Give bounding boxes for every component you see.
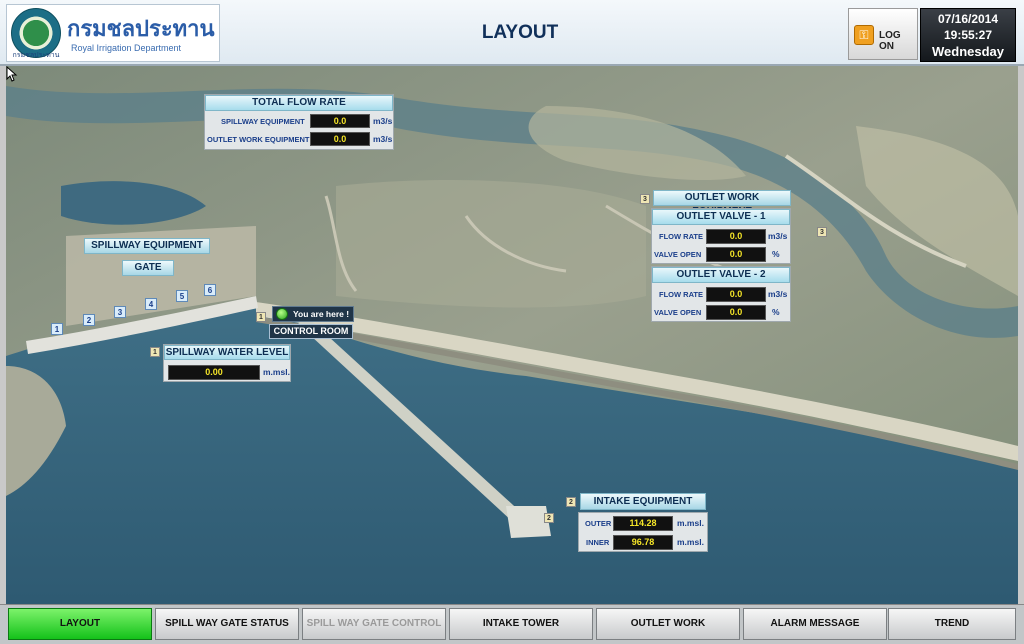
bottom-navigation: LAYOUT SPILL WAY GATE STATUS SPILL WAY G… bbox=[0, 604, 1024, 644]
outlet-valve-2-valve-open-value: 0.0 bbox=[706, 305, 766, 320]
total-flow-rate-panel: TOTAL FLOW RATE SPILLWAY EQUIPMENT 0.0 m… bbox=[204, 94, 394, 150]
weekday-text: Wednesday bbox=[931, 44, 1004, 59]
spillway-water-level-panel: SPILLWAY WATER LEVEL 0.00 m.msl. bbox=[163, 344, 291, 382]
nav-layout-button[interactable]: LAYOUT bbox=[8, 608, 152, 640]
outlet-valve-1-valve-open-value: 0.0 bbox=[706, 247, 766, 262]
nav-spillway-gate-status-button[interactable]: SPILL WAY GATE STATUS bbox=[155, 608, 299, 640]
outlet-valve-2-flow-rate-label: FLOW RATE bbox=[659, 290, 704, 299]
intake-outer-value: 114.28 bbox=[613, 516, 673, 531]
outlet-valve-2-valve-open-label: VALVE OPEN bbox=[654, 308, 702, 317]
nav-intake-tower-button[interactable]: INTAKE TOWER bbox=[449, 608, 593, 640]
log-on-label: LOG ON bbox=[879, 30, 901, 52]
spillway-equipment-tag[interactable]: SPILLWAY EQUIPMENT bbox=[84, 238, 210, 254]
total-flow-rate-title: TOTAL FLOW RATE bbox=[205, 95, 393, 111]
you-are-here-indicator: You are here ! bbox=[272, 306, 354, 322]
outlet-valve-1-flow-rate-label: FLOW RATE bbox=[659, 232, 704, 241]
outlet-valve-2-flow-rate-value: 0.0 bbox=[706, 287, 766, 302]
outlet-work-equipment-label: OUTLET WORK EQUIPMENT bbox=[207, 135, 310, 144]
intake-inner-label: INNER bbox=[586, 538, 610, 547]
org-name-thai: กรมชลประทาน bbox=[67, 16, 215, 42]
header-bar: กรมชลประทาน กรมชลประทาน Royal Irrigation… bbox=[0, 0, 1024, 66]
mouse-cursor-icon bbox=[6, 66, 18, 82]
intake-inner-unit: m.msl. bbox=[677, 537, 704, 547]
key-icon: ⚿ bbox=[854, 25, 874, 45]
you-are-here-label: You are here ! bbox=[293, 309, 350, 319]
gate-1-marker[interactable]: 1 bbox=[51, 323, 63, 335]
nav-trend-button[interactable]: TREND bbox=[888, 608, 1016, 640]
org-name-english: Royal Irrigation Department bbox=[71, 43, 182, 53]
outlet-work-equipment-tag[interactable]: OUTLET WORK EQUIPMENT bbox=[653, 190, 791, 217]
intake-map-marker[interactable]: 2 bbox=[544, 513, 554, 523]
outlet-valve-1-title: OUTLET VALVE - 1 bbox=[652, 209, 790, 225]
outlet-valve-1-valve-open-unit: % bbox=[772, 249, 780, 259]
nav-spillway-gate-control-button[interactable]: SPILL WAY GATE CONTROL bbox=[302, 608, 446, 640]
log-on-button[interactable]: ⚿ LOG ON bbox=[848, 8, 918, 60]
org-logo: กรมชลประทาน กรมชลประทาน Royal Irrigation… bbox=[6, 4, 220, 62]
aerial-background bbox=[6, 66, 1018, 604]
dam-aerial-map: TOTAL FLOW RATE SPILLWAY EQUIPMENT 0.0 m… bbox=[6, 66, 1018, 604]
spillway-water-level-value: 0.00 bbox=[168, 365, 260, 380]
spillway-equipment-flow-unit: m3/s bbox=[373, 116, 393, 126]
page-title: LAYOUT bbox=[481, 22, 559, 43]
gate-3-marker[interactable]: 3 bbox=[114, 306, 126, 318]
outlet-valve-2-valve-open-unit: % bbox=[772, 307, 780, 317]
intake-outer-unit: m.msl. bbox=[677, 518, 704, 528]
outlet-valve-1-panel: OUTLET VALVE - 1 FLOW RATE 0.0 m3/s VALV… bbox=[651, 208, 791, 264]
intake-inner-value: 96.78 bbox=[613, 535, 673, 550]
nav-alarm-message-button[interactable]: ALARM MESSAGE bbox=[743, 608, 887, 640]
time-text: 19:55:27 bbox=[943, 28, 993, 42]
gate-4-marker[interactable]: 4 bbox=[145, 298, 157, 310]
outlet-work-map-marker[interactable]: 3 bbox=[817, 227, 827, 237]
spillway-gate-tag[interactable]: GATE bbox=[122, 260, 174, 276]
intake-equipment-panel: OUTER 114.28 m.msl. INNER 96.78 m.msl. bbox=[578, 512, 708, 552]
gate-6-marker[interactable]: 6 bbox=[204, 284, 216, 296]
outlet-valve-2-title: OUTLET VALVE - 2 bbox=[652, 267, 790, 283]
intake-outer-label: OUTER bbox=[585, 519, 612, 528]
seal-text: กรมชลประทาน bbox=[12, 52, 60, 59]
outlet-valve-1-flow-rate-unit: m3/s bbox=[768, 231, 788, 241]
outlet-valve-2-flow-rate-unit: m3/s bbox=[768, 289, 788, 299]
spillway-equipment-flow-value: 0.0 bbox=[310, 114, 370, 128]
outlet-valve-1-flow-rate-value: 0.0 bbox=[706, 229, 766, 244]
status-green-dot-icon bbox=[276, 308, 288, 320]
nav-outlet-work-button[interactable]: OUTLET WORK bbox=[596, 608, 740, 640]
spillway-water-level-unit: m.msl. bbox=[263, 367, 290, 377]
spillway-water-level-tag-number: 1 bbox=[150, 347, 160, 357]
outlet-work-equipment-flow-value: 0.0 bbox=[310, 132, 370, 146]
intake-tag-number: 2 bbox=[566, 497, 576, 507]
control-room-button[interactable]: CONTROL ROOM bbox=[269, 324, 353, 339]
gate-2-marker[interactable]: 2 bbox=[83, 314, 95, 326]
intake-equipment-tag[interactable]: INTAKE EQUIPMENT bbox=[580, 493, 706, 510]
outlet-valve-1-valve-open-label: VALVE OPEN bbox=[654, 250, 702, 259]
spillway-water-level-title: SPILLWAY WATER LEVEL bbox=[164, 345, 290, 360]
outlet-work-tag-number: 3 bbox=[640, 194, 650, 204]
control-room-tag-number: 1 bbox=[256, 312, 266, 322]
outlet-valve-2-panel: OUTLET VALVE - 2 FLOW RATE 0.0 m3/s VALV… bbox=[651, 266, 791, 322]
gate-5-marker[interactable]: 5 bbox=[176, 290, 188, 302]
date-time-display: 07/16/2014 19:55:27 Wednesday bbox=[920, 8, 1016, 62]
outlet-work-equipment-flow-unit: m3/s bbox=[373, 134, 393, 144]
spillway-equipment-label: SPILLWAY EQUIPMENT bbox=[221, 117, 305, 126]
date-text: 07/16/2014 bbox=[937, 12, 999, 26]
